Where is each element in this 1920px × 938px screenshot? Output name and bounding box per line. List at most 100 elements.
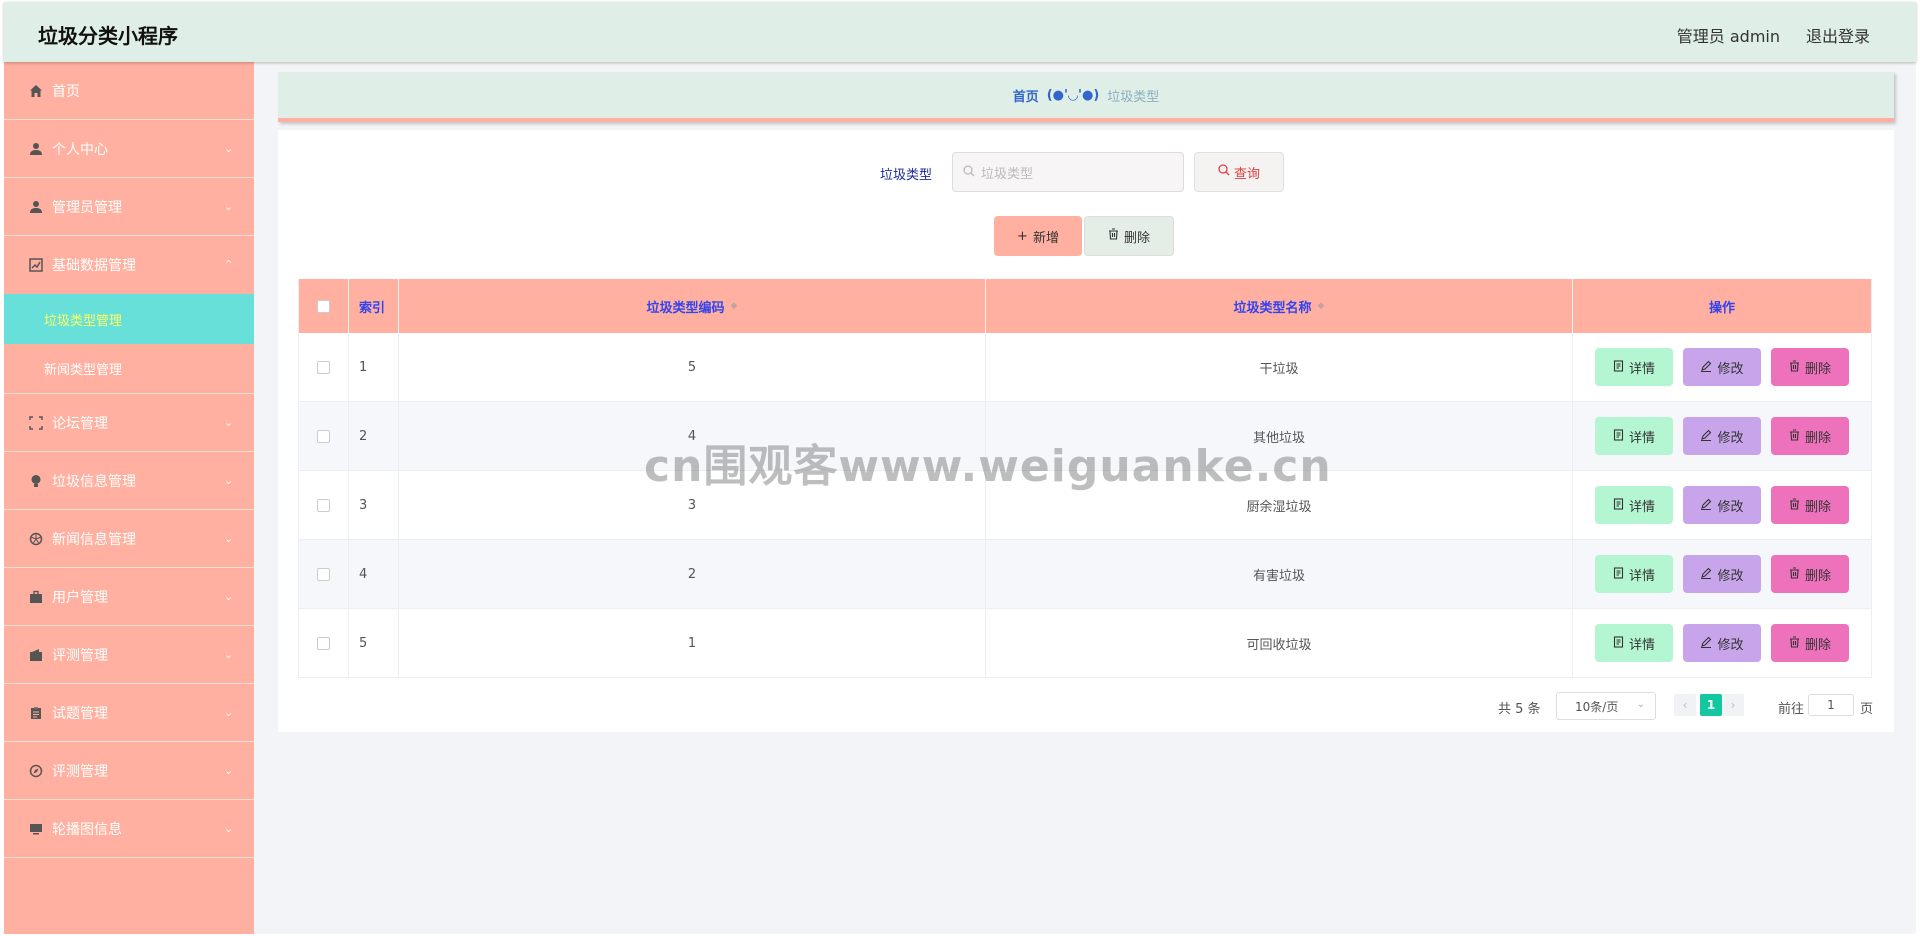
row-select-cell [299, 609, 349, 677]
sidebar-item-base-data[interactable]: 基础数据管理 ⌃ [4, 236, 254, 294]
sidebar-item-news-info[interactable]: 新闻信息管理 ⌄ [4, 510, 254, 568]
select-all-checkbox[interactable] [317, 299, 330, 313]
sidebar-item-users[interactable]: 用户管理 ⌄ [4, 568, 254, 626]
document-icon [1613, 566, 1624, 582]
row-checkbox[interactable] [317, 636, 330, 650]
page-number-current[interactable]: 1 [1700, 694, 1722, 716]
header-index: 索引 [349, 279, 399, 333]
detail-button[interactable]: 详情 [1595, 417, 1673, 455]
detail-button-label: 详情 [1628, 430, 1655, 446]
detail-button[interactable]: 详情 [1595, 486, 1673, 524]
prev-page-button[interactable]: ‹ [1674, 694, 1696, 716]
home-icon [28, 83, 44, 99]
row-select-cell [299, 333, 349, 401]
delete-button-label: 删除 [1804, 361, 1831, 377]
header-name-label: 垃圾类型名称 [1233, 300, 1312, 316]
logout-link[interactable]: 退出登录 [1806, 23, 1870, 47]
row-ops: 详情 修改 删除 [1573, 471, 1871, 539]
trash-icon [1789, 566, 1800, 582]
row-checkbox[interactable] [317, 567, 330, 581]
row-index: 1 [349, 333, 399, 401]
scan-icon [28, 415, 44, 431]
row-checkbox[interactable] [317, 360, 330, 374]
edit-button[interactable]: 修改 [1683, 486, 1761, 524]
trash-icon [1789, 359, 1800, 375]
sidebar-item-home[interactable]: 首页 [4, 62, 254, 120]
detail-button[interactable]: 详情 [1595, 348, 1673, 386]
detail-button[interactable]: 详情 [1595, 555, 1673, 593]
header-select-all [299, 279, 349, 333]
search-bar: 垃圾类型 垃圾类型 查询 [278, 152, 1894, 192]
sort-icon[interactable]: ◆ [1318, 301, 1325, 311]
row-checkbox[interactable] [317, 498, 330, 512]
clipboard-icon [28, 705, 44, 721]
detail-button-label: 详情 [1628, 568, 1655, 584]
row-ops: 详情 修改 删除 [1573, 540, 1871, 608]
action-bar: + 新增 删除 [278, 216, 1894, 256]
delete-button[interactable]: 删除 [1771, 486, 1849, 524]
sidebar-item-admin[interactable]: 管理员管理 ⌄ [4, 178, 254, 236]
wallet-icon [28, 647, 44, 663]
page-suffix: 页 [1860, 702, 1874, 717]
sidebar-item-profile[interactable]: 个人中心 ⌄ [4, 120, 254, 178]
edit-button[interactable]: 修改 [1683, 417, 1761, 455]
table-row: 4 2 有害垃圾 详情 修改 删除 [299, 540, 1871, 609]
delete-button[interactable]: 删除 [1771, 624, 1849, 662]
trash-icon [1789, 635, 1800, 651]
delete-button[interactable]: 删除 [1771, 348, 1849, 386]
breadcrumb-home[interactable]: 首页 [1013, 86, 1039, 105]
sidebar-subitem-trash-type[interactable]: 垃圾类型管理 [4, 294, 254, 344]
edit-icon [1700, 636, 1712, 651]
chart-icon [28, 257, 44, 273]
row-ops: 详情 修改 删除 [1573, 333, 1871, 401]
sidebar: 首页 个人中心 ⌄ 管理员管理 ⌄ 基础数据管理 ⌃ 垃圾类型管理 新闻类型管理… [4, 62, 254, 934]
search-input[interactable]: 垃圾类型 [952, 152, 1184, 192]
edit-button[interactable]: 修改 [1683, 624, 1761, 662]
page-size-value: 10条/页 [1575, 699, 1619, 714]
sidebar-item-carousel[interactable]: 轮播图信息 ⌄ [4, 800, 254, 858]
table-row: 5 1 可回收垃圾 详情 修改 删除 [299, 609, 1871, 678]
delete-button[interactable]: 删除 [1771, 417, 1849, 455]
sidebar-item-label: 新闻信息管理 [52, 531, 136, 548]
batch-delete-button[interactable]: 删除 [1084, 216, 1174, 256]
edit-icon [1700, 567, 1712, 582]
next-page-button[interactable]: › [1722, 694, 1744, 716]
page-size-select[interactable]: 10条/页 ⌄ [1556, 692, 1656, 720]
aperture-icon [28, 531, 44, 547]
detail-button[interactable]: 详情 [1595, 624, 1673, 662]
row-index: 5 [349, 609, 399, 677]
add-button[interactable]: + 新增 [994, 216, 1082, 256]
row-checkbox[interactable] [317, 429, 330, 443]
sort-icon[interactable]: ◆ [731, 301, 738, 311]
trash-icon [1108, 228, 1119, 244]
search-button[interactable]: 查询 [1194, 152, 1284, 192]
row-select-cell [299, 402, 349, 470]
table-row: 3 3 厨余湿垃圾 详情 修改 删除 [299, 471, 1871, 540]
goto-label: 前往 [1778, 702, 1805, 717]
batch-delete-label: 删除 [1123, 230, 1150, 246]
header-name[interactable]: 垃圾类型名称 ◆ [986, 279, 1573, 333]
edit-button[interactable]: 修改 [1683, 555, 1761, 593]
top-header: 垃圾分类小程序 管理员 admin 退出登录 [4, 2, 1916, 62]
sidebar-item-label: 个人中心 [52, 141, 108, 158]
goto-page-input[interactable] [1808, 694, 1854, 716]
chevron-left-icon: ‹ [1682, 698, 1688, 712]
sidebar-item-trash-info[interactable]: 垃圾信息管理 ⌄ [4, 452, 254, 510]
main-panel: 垃圾类型 垃圾类型 查询 + 新增 删除 索引 垃圾类型编码 ◆ 垃圾类型名称 … [278, 130, 1894, 732]
header-code[interactable]: 垃圾类型编码 ◆ [399, 279, 986, 333]
detail-button-label: 详情 [1628, 499, 1655, 515]
edit-button[interactable]: 修改 [1683, 348, 1761, 386]
detail-button-label: 详情 [1628, 637, 1655, 653]
chevron-down-icon: ⌄ [224, 590, 234, 603]
row-name: 厨余湿垃圾 [986, 471, 1573, 539]
sidebar-item-forum[interactable]: 论坛管理 ⌄ [4, 394, 254, 452]
sidebar-subitem-news-type[interactable]: 新闻类型管理 [4, 344, 254, 394]
delete-button[interactable]: 删除 [1771, 555, 1849, 593]
sidebar-item-questions[interactable]: 试题管理 ⌄ [4, 684, 254, 742]
sidebar-item-evaluation[interactable]: 评测管理 ⌄ [4, 626, 254, 684]
chevron-down-icon: ⌄ [224, 764, 234, 777]
edit-button-label: 修改 [1717, 430, 1744, 446]
add-button-label: 新增 [1032, 230, 1059, 246]
sidebar-item-evaluation-2[interactable]: 评测管理 ⌄ [4, 742, 254, 800]
current-user: 管理员 admin [1676, 27, 1780, 46]
